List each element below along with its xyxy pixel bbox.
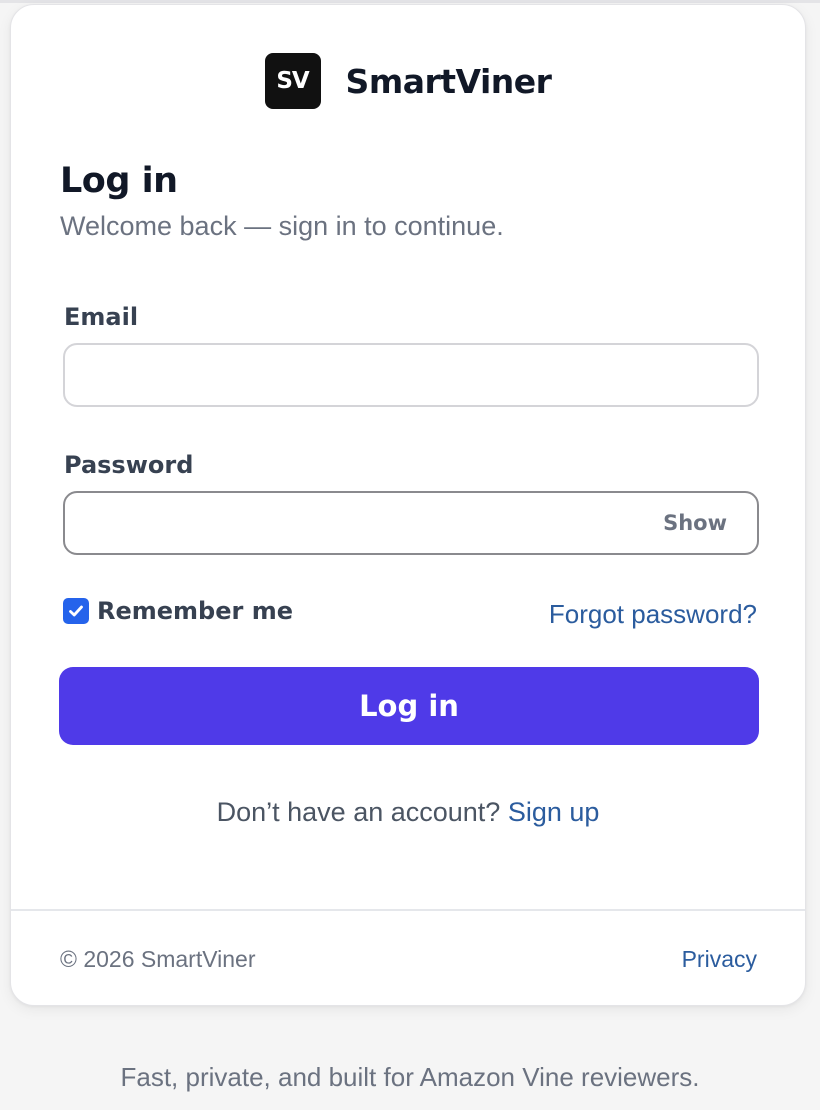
password-label: Password <box>64 451 194 479</box>
checkmark-icon <box>69 605 83 617</box>
password-field-wrapper: Show <box>63 491 759 555</box>
privacy-link[interactable]: Privacy <box>682 946 757 973</box>
copyright-text: © 2026 SmartViner <box>60 946 256 972</box>
page-subtitle: Welcome back — sign in to continue. <box>60 211 504 241</box>
remember-me-label: Remember me <box>97 597 293 625</box>
email-label: Email <box>64 303 139 331</box>
email-field-wrapper <box>63 343 759 407</box>
signup-prompt: Don’t have an account? Sign up <box>11 797 805 828</box>
brand-header: SV SmartViner <box>11 53 805 109</box>
login-card: SV SmartViner Log in Welcome back — sign… <box>10 4 806 1006</box>
password-field[interactable] <box>65 493 757 553</box>
page-title: Log in <box>60 161 178 201</box>
tagline: Fast, private, and built for Amazon Vine… <box>120 1062 700 1092</box>
forgot-password-link[interactable]: Forgot password? <box>549 599 757 630</box>
top-edge <box>0 0 820 3</box>
show-password-button[interactable]: Show <box>663 511 727 535</box>
brand-name: SmartViner <box>345 61 552 101</box>
footer-divider <box>11 909 805 911</box>
login-button[interactable]: Log in <box>59 667 759 745</box>
remember-me[interactable]: Remember me <box>63 597 293 625</box>
brand-logo: SV <box>264 53 321 109</box>
signup-link[interactable]: Sign up <box>508 797 600 827</box>
signup-prompt-text: Don’t have an account? <box>216 797 508 827</box>
remember-me-checkbox[interactable] <box>63 598 89 624</box>
email-field[interactable] <box>65 345 757 405</box>
